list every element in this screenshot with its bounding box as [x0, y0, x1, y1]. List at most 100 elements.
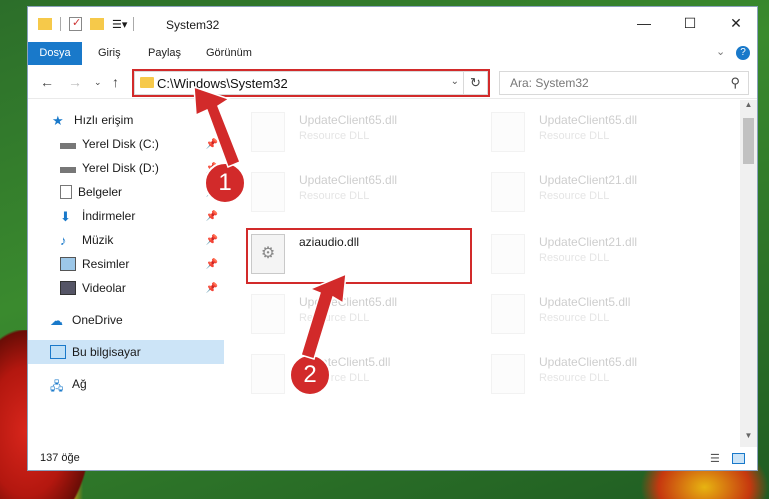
up-arrow-icon[interactable]: ↑ — [112, 74, 119, 90]
star-icon: ★ — [52, 113, 64, 128]
sidebar-item-quick-access[interactable]: ★ Hızlı erişim — [28, 108, 224, 132]
file-type: Resource DLL — [299, 130, 370, 142]
file-item[interactable]: UpdateClient21.dll Resource DLL — [485, 166, 711, 220]
tab-share[interactable]: Paylaş — [138, 42, 191, 65]
folder-icon[interactable] — [38, 18, 52, 30]
sidebar-item-label: Hızlı erişim — [74, 113, 134, 127]
file-item[interactable]: UpdateClient65.dll Resource DLL — [245, 288, 471, 342]
properties-icon[interactable]: ✓ — [69, 17, 82, 31]
drive-icon — [60, 167, 76, 173]
dll-file-icon — [251, 354, 285, 394]
sidebar-item-documents[interactable]: Belgeler 📌 — [28, 180, 224, 204]
picture-icon — [60, 257, 76, 271]
details-view-icon[interactable]: ☰ — [710, 452, 720, 465]
dll-file-icon — [491, 354, 525, 394]
scrollbar-thumb[interactable] — [743, 118, 754, 164]
document-icon — [60, 185, 72, 199]
sidebar-item-onedrive[interactable]: ☁ OneDrive — [28, 308, 224, 332]
music-note-icon: ♪ — [60, 233, 67, 248]
file-type: Resource DLL — [299, 190, 370, 202]
pin-icon[interactable]: 📌 — [206, 283, 218, 294]
ribbon-tabs: Dosya Giriş Paylaş Görünüm ⌄ ? — [28, 42, 757, 65]
file-explorer-window: ✓ ☰▾ System32 — ☐ ✕ Dosya Giriş Paylaş G… — [27, 6, 758, 471]
quick-access-toolbar: ✓ ☰▾ — [38, 15, 135, 33]
sidebar-item-label: Yerel Disk (D:) — [82, 161, 159, 175]
scroll-down-icon[interactable]: ▼ — [740, 431, 757, 447]
scroll-up-icon[interactable]: ▲ — [740, 100, 757, 116]
sidebar-item-label: Müzik — [82, 233, 114, 247]
dll-file-icon — [491, 294, 525, 334]
navigation-pane: ★ Hızlı erişim Yerel Disk (C:) 📌 Yerel D… — [28, 100, 224, 440]
file-item[interactable]: UpdateClient5.dll Resource DLL — [245, 348, 471, 402]
dll-file-icon — [491, 234, 525, 274]
sidebar-item-music[interactable]: ♪ Müzik 📌 — [28, 228, 224, 252]
file-name: UpdateClient65.dll — [539, 355, 638, 369]
ribbon-expand-icon[interactable]: ⌄ — [716, 45, 725, 58]
file-item[interactable]: UpdateClient65.dll Resource DLL — [245, 166, 471, 220]
sidebar-item-network[interactable]: 🖧 Ağ — [28, 372, 224, 396]
sidebar-item-label: OneDrive — [72, 313, 123, 327]
dll-file-icon — [251, 172, 285, 212]
dll-file-icon — [251, 294, 285, 334]
file-name: UpdateClient21.dll — [539, 235, 638, 249]
tab-home[interactable]: Giriş — [88, 42, 131, 65]
sidebar-item-label: Yerel Disk (C:) — [82, 137, 159, 151]
sidebar-item-label: Bu bilgisayar — [72, 345, 141, 359]
file-type: Resource DLL — [539, 252, 610, 264]
file-item[interactable]: UpdateClient65.dll Resource DLL — [245, 106, 471, 160]
file-item[interactable]: UpdateClient65.dll Resource DLL — [485, 106, 711, 160]
dll-file-icon — [251, 112, 285, 152]
maximize-button[interactable]: ☐ — [667, 7, 713, 39]
vertical-scrollbar[interactable]: ▲ ▼ — [740, 100, 757, 447]
highlight-box-address — [132, 69, 490, 97]
customize-toolbar-icon[interactable]: ☰▾ — [112, 18, 127, 31]
file-type: Resource DLL — [539, 312, 610, 324]
sidebar-item-downloads[interactable]: ⬇ İndirmeler 📌 — [28, 204, 224, 228]
file-type: Resource DLL — [299, 312, 370, 324]
back-arrow-icon[interactable]: ← — [40, 74, 54, 90]
file-type: Resource DLL — [539, 130, 610, 142]
close-button[interactable]: ✕ — [713, 7, 757, 39]
sidebar-item-label: Videolar — [82, 281, 126, 295]
file-name: UpdateClient65.dll — [539, 113, 638, 127]
file-item[interactable]: UpdateClient65.dll Resource DLL — [485, 348, 711, 402]
pin-icon[interactable]: 📌 — [206, 211, 218, 222]
titlebar: ✓ ☰▾ System32 — ☐ ✕ — [28, 7, 757, 39]
search-placeholder: Ara: System32 — [510, 76, 589, 90]
dll-file-icon — [491, 172, 525, 212]
tab-view[interactable]: Görünüm — [196, 42, 262, 65]
tab-file[interactable]: Dosya — [28, 42, 82, 65]
sidebar-item-drive-d[interactable]: Yerel Disk (D:) 📌 — [28, 156, 224, 180]
sidebar-item-drive-c[interactable]: Yerel Disk (C:) 📌 — [28, 132, 224, 156]
sidebar-item-label: Belgeler — [78, 185, 123, 199]
new-folder-icon[interactable] — [90, 18, 104, 30]
file-name: UpdateClient65.dll — [299, 173, 398, 187]
file-name: UpdateClient65.dll — [299, 295, 398, 309]
pin-icon[interactable]: 📌 — [206, 235, 218, 246]
pin-icon[interactable]: 📌 — [206, 259, 218, 270]
search-icon[interactable]: ⚲ — [730, 75, 740, 91]
recent-locations-icon[interactable]: ⌄ — [94, 77, 102, 88]
step-badge-2: 2 — [289, 354, 331, 396]
file-type: Resource DLL — [539, 372, 610, 384]
file-name: UpdateClient65.dll — [299, 113, 398, 127]
pin-icon[interactable]: 📌 — [206, 139, 218, 150]
minimize-button[interactable]: — — [621, 7, 667, 39]
sidebar-item-label: Ağ — [72, 377, 87, 391]
large-icons-view-icon[interactable] — [732, 453, 745, 464]
help-icon[interactable]: ? — [736, 46, 750, 60]
file-item[interactable]: UpdateClient5.dll Resource DLL — [485, 288, 711, 342]
file-name: UpdateClient21.dll — [539, 173, 638, 187]
cloud-icon: ☁ — [50, 313, 63, 328]
file-item[interactable]: UpdateClient21.dll Resource DLL — [485, 228, 711, 282]
computer-icon — [50, 345, 66, 359]
status-bar: 137 öğe ☰ — [28, 447, 757, 470]
search-box[interactable]: Ara: System32 ⚲ — [499, 71, 749, 95]
item-count: 137 öğe — [40, 452, 80, 464]
sidebar-item-this-pc[interactable]: Bu bilgisayar — [28, 340, 224, 364]
separator — [60, 17, 61, 31]
sidebar-item-videos[interactable]: Videolar 📌 — [28, 276, 224, 300]
forward-arrow-icon[interactable]: → — [68, 74, 82, 90]
sidebar-item-pictures[interactable]: Resimler 📌 — [28, 252, 224, 276]
file-name: UpdateClient5.dll — [539, 295, 631, 309]
